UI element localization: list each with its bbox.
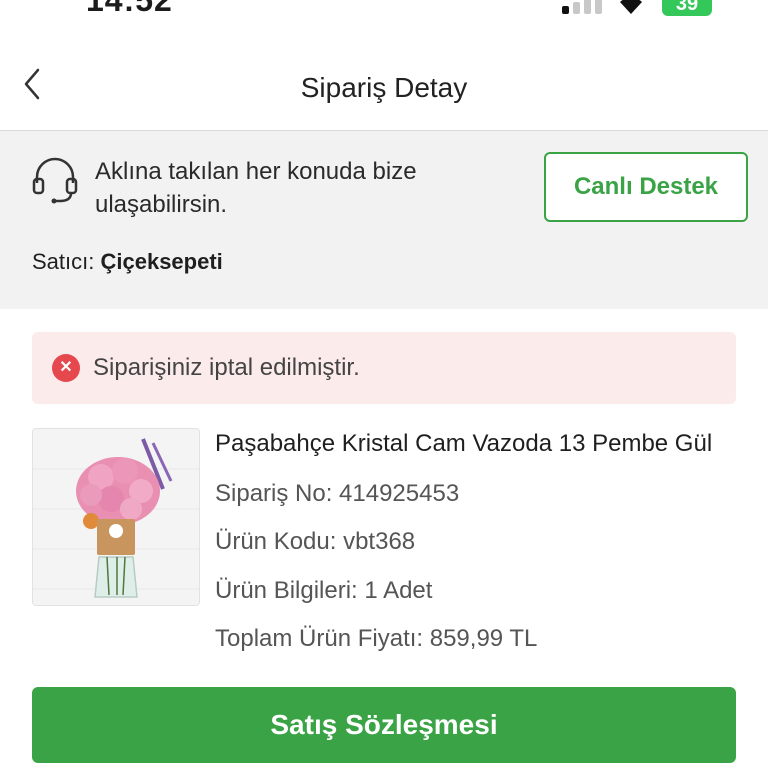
battery-level: 39 [675,0,699,15]
support-panel: Aklına takılan her konuda bize ulaşabili… [0,130,768,309]
product-details: Ürün Bilgileri: 1 Adet [215,577,433,604]
seller-info: Satıcı: Çiçeksepeti [32,249,223,275]
order-cancelled-alert: ✕ Siparişiniz iptal edilmiştir. [32,332,736,404]
order-status-message: Siparişiniz iptal edilmiştir. [93,354,360,381]
close-icon: ✕ [52,354,80,382]
status-time: 14:52 [86,0,173,18]
product-image[interactable] [32,428,200,606]
headset-icon [32,157,78,204]
total-price: Toplam Ürün Fiyatı: 859,99 TL [215,625,538,652]
support-message: Aklına takılan her konuda bize ulaşabili… [95,158,417,218]
product-name[interactable]: Paşabahçe Kristal Cam Vazoda 13 Pembe Gü… [215,430,712,458]
product-code: Ürün Kodu: vbt368 [215,528,416,555]
page-title: Sipariş Detay [300,72,468,103]
order-number: Sipariş No: 414925453 [215,480,460,507]
nav-bar: Sipariş Detay [0,56,768,130]
wifi-icon [620,0,642,14]
flower-vase-illustration [33,429,199,605]
sales-contract-button[interactable]: Satış Sözleşmesi [32,687,736,763]
live-support-button[interactable]: Canlı Destek [544,152,748,222]
seller-label: Satıcı: [32,249,95,274]
battery-indicator: 39 [662,0,712,16]
cellular-signal-icon [562,0,602,14]
seller-name: Çiçeksepeti [100,249,223,274]
status-bar: 14:52 39 [0,0,768,20]
